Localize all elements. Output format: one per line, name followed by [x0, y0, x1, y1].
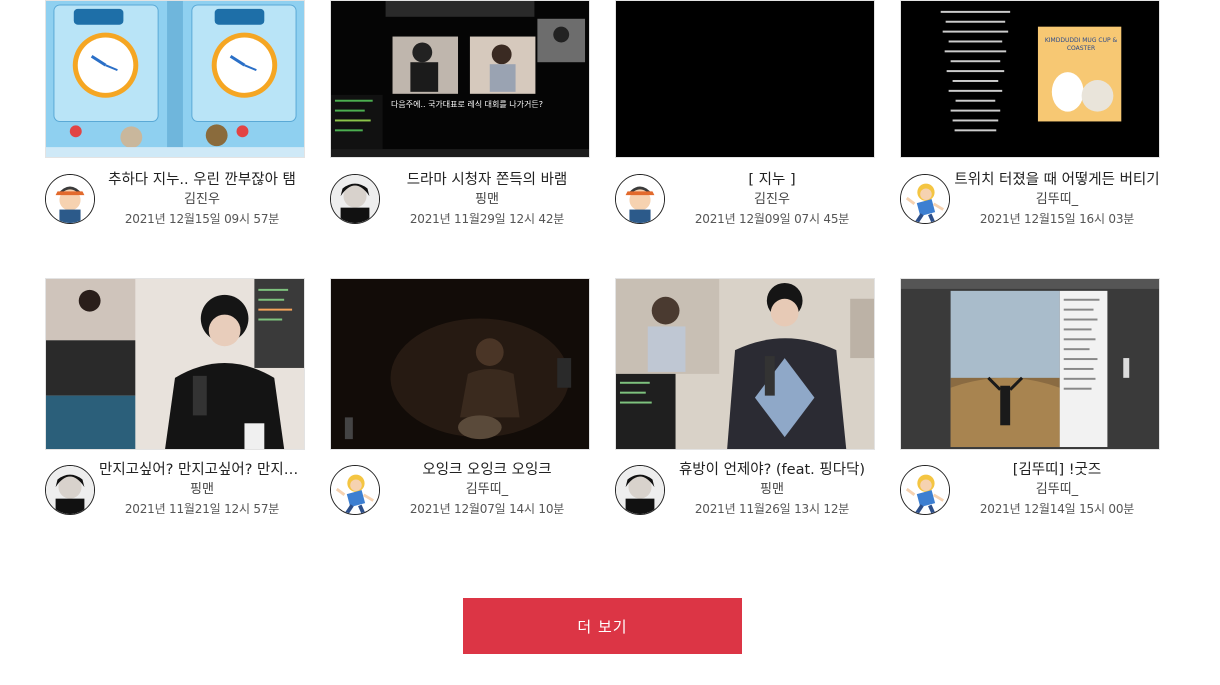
video-meta: 트위치 터졌을 때 어떻게든 버티기 김뚜띠_ 2021년 12월15일 16시… — [954, 170, 1160, 228]
video-author[interactable]: 핑맨 — [99, 481, 305, 499]
video-title[interactable]: 휴방이 언제야? (feat. 핑다닥) — [669, 460, 875, 480]
video-author[interactable]: 김진우 — [99, 191, 305, 209]
video-meta: 오잉크 오잉크 오잉크 김뚜띠_ 2021년 12월07일 14시 10분 — [384, 460, 590, 518]
video-thumbnail[interactable]: 다음주에.. 국가대표로 레식 대회를 나가거든? — [330, 0, 590, 158]
channel-avatar[interactable] — [45, 174, 95, 224]
channel-avatar[interactable] — [615, 465, 665, 515]
video-title[interactable]: 오잉크 오잉크 오잉크 — [384, 460, 590, 480]
video-meta: [ 지누 ] 김진우 2021년 12월09일 07시 45분 — [669, 170, 875, 228]
thumbnail-caption: 다음주에.. 국가대표로 레식 대회를 나가거든? — [391, 100, 543, 109]
video-author[interactable]: 김뚜띠_ — [384, 481, 590, 499]
video-date: 2021년 11월29일 12시 42분 — [409, 212, 565, 226]
video-date: 2021년 12월07일 14시 10분 — [409, 502, 565, 516]
video-author[interactable]: 핑맨 — [669, 481, 875, 499]
video-meta: 드라마 시청자 쫀득의 바램 핑맨 2021년 11월29일 12시 42분 — [384, 170, 590, 228]
video-title[interactable]: 만지고싶어? 만지고싶어? 만지고싶어? — [99, 460, 305, 480]
video-title[interactable]: 추하다 지누.. 우린 깐부잖아 탬 — [99, 170, 305, 190]
channel-avatar[interactable] — [45, 465, 95, 515]
video-meta: 만지고싶어? 만지고싶어? 만지고싶어? 핑맨 2021년 11월21일 12시… — [99, 460, 305, 518]
video-title[interactable]: 드라마 시청자 쫀득의 바램 — [384, 170, 590, 190]
video-thumbnail[interactable] — [330, 278, 590, 450]
channel-avatar[interactable] — [900, 465, 950, 515]
video-title[interactable]: [김뚜띠] !굿즈 — [954, 460, 1160, 480]
video-title[interactable]: [ 지누 ] — [669, 170, 875, 190]
video-meta: 휴방이 언제야? (feat. 핑다닥) 핑맨 2021년 11월26일 13시… — [669, 460, 875, 518]
channel-avatar[interactable] — [330, 174, 380, 224]
video-thumbnail[interactable] — [45, 0, 305, 158]
video-author[interactable]: 김뚜띠_ — [954, 481, 1160, 499]
load-more-button[interactable]: 더 보기 — [463, 598, 742, 654]
thumbnail-caption: KIMDDUDDI MUG CUP & COASTER — [1044, 37, 1118, 52]
video-meta: [김뚜띠] !굿즈 김뚜띠_ 2021년 12월14일 15시 00분 — [954, 460, 1160, 518]
video-date: 2021년 12월14일 15시 00분 — [979, 502, 1135, 516]
video-date: 2021년 11월26일 13시 12분 — [694, 502, 850, 516]
video-date: 2021년 11월21일 12시 57분 — [124, 502, 280, 516]
video-thumbnail[interactable]: KIMDDUDDI MUG CUP & COASTER — [900, 0, 1160, 158]
video-author[interactable]: 김진우 — [669, 191, 875, 209]
channel-avatar[interactable] — [615, 174, 665, 224]
video-date: 2021년 12월15일 16시 03분 — [979, 212, 1135, 226]
video-thumbnail[interactable] — [615, 278, 875, 450]
video-thumbnail[interactable] — [45, 278, 305, 450]
channel-avatar[interactable] — [900, 174, 950, 224]
channel-avatar[interactable] — [330, 465, 380, 515]
video-title[interactable]: 트위치 터졌을 때 어떻게든 버티기 — [954, 170, 1160, 190]
video-meta: 추하다 지누.. 우린 깐부잖아 탬 김진우 2021년 12월15일 09시 … — [99, 170, 305, 228]
video-thumbnail[interactable] — [900, 278, 1160, 450]
video-author[interactable]: 김뚜띠_ — [954, 191, 1160, 209]
video-thumbnail[interactable] — [615, 0, 875, 158]
video-author[interactable]: 핑맨 — [384, 191, 590, 209]
video-date: 2021년 12월15일 09시 57분 — [124, 212, 280, 226]
video-date: 2021년 12월09일 07시 45분 — [694, 212, 850, 226]
